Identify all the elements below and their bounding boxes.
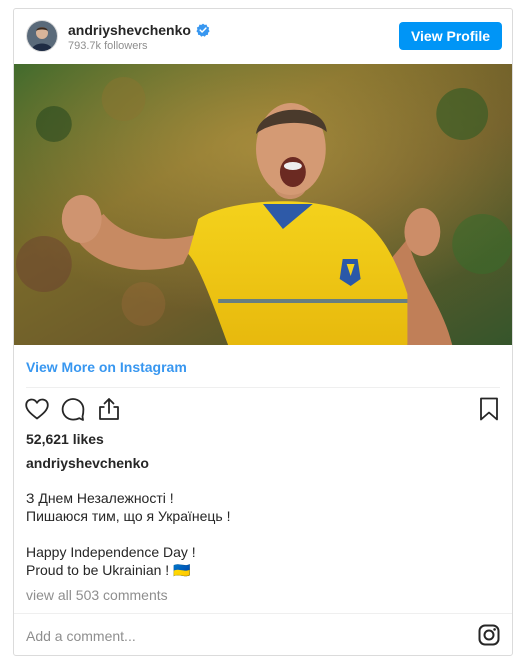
like-count[interactable]: 52,621 likes [26, 431, 104, 447]
share-icon[interactable] [96, 396, 122, 422]
bookmark-icon[interactable] [476, 396, 502, 422]
view-profile-button[interactable]: View Profile [399, 22, 502, 50]
post-photo[interactable] [14, 64, 512, 345]
instagram-logo-icon[interactable] [478, 624, 500, 646]
add-comment-input[interactable]: Add a comment... [26, 628, 136, 644]
username-text[interactable]: andriyshevchenko [68, 22, 191, 38]
view-all-comments-link[interactable]: view all 503 comments [26, 587, 168, 603]
divider [26, 387, 500, 388]
post-photo-image [14, 64, 512, 345]
avatar[interactable] [26, 20, 58, 52]
caption-line: Proud to be Ukrainian ! 🇺🇦 [26, 562, 191, 578]
comment-icon[interactable] [60, 396, 86, 422]
follower-count: 793.7k followers [68, 40, 148, 52]
caption-line: Пишаюся тим, що я Українець ! [26, 508, 231, 524]
post-header: andriyshevchenko 793.7k followers View P… [14, 9, 512, 64]
instagram-embed-card: andriyshevchenko 793.7k followers View P… [13, 8, 513, 656]
heart-icon[interactable] [24, 396, 50, 422]
caption-line: З Днем Незалежності ! [26, 490, 174, 506]
add-comment-bar[interactable]: Add a comment... [14, 613, 512, 655]
username[interactable]: andriyshevchenko [68, 22, 210, 38]
view-more-on-instagram-link[interactable]: View More on Instagram [26, 359, 187, 375]
verified-badge-icon [196, 23, 210, 37]
caption-username[interactable]: andriyshevchenko [26, 455, 149, 471]
caption-line: Happy Independence Day ! [26, 544, 196, 560]
